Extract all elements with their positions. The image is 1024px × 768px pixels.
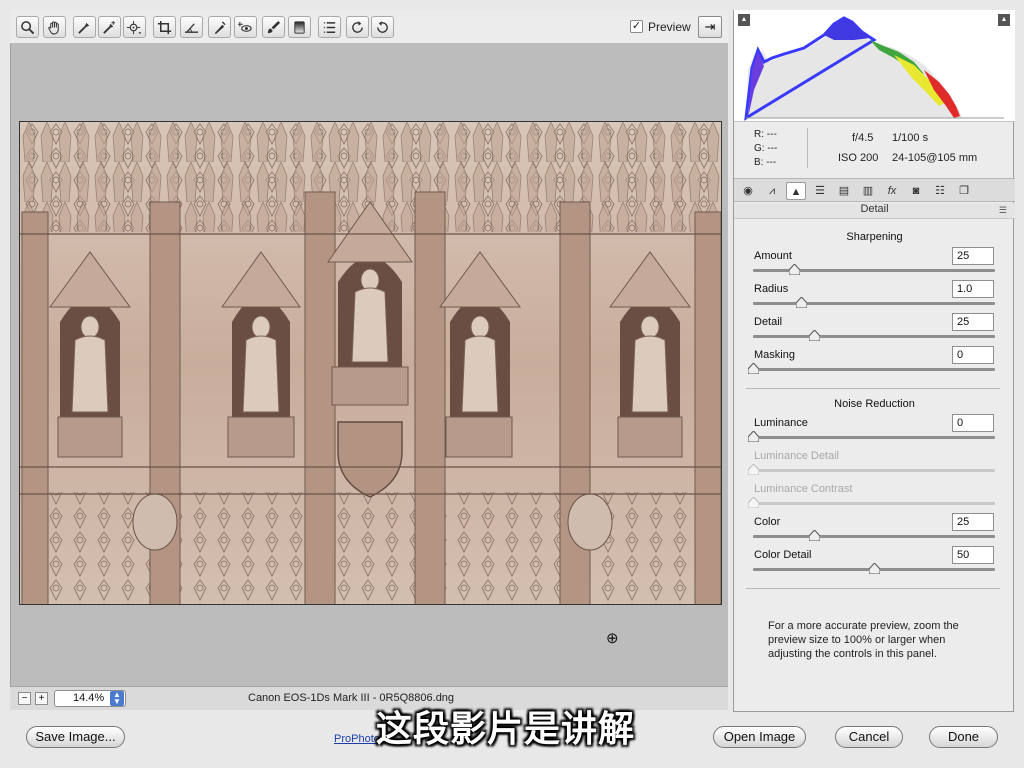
video-subtitle: 这段影片是讲解 (376, 709, 636, 750)
crop-tool-icon[interactable] (153, 16, 176, 38)
panel-tabs: ◉ ⩘ ▲ ☰ ▤ ▥ fx ◙ ☷ ❐ (734, 178, 1015, 202)
color-detail-label: Color Detail (754, 549, 812, 561)
targeted-adjustment-tool-icon[interactable] (123, 16, 146, 38)
luminance-slider-thumb[interactable] (747, 430, 760, 443)
preview-area: ⊕ (10, 44, 728, 686)
shutter-value: 1/100 s (892, 132, 929, 144)
color-input[interactable]: 25 (952, 513, 994, 531)
detail-slider[interactable] (753, 329, 995, 342)
zoom-in-button[interactable]: + (35, 692, 48, 705)
luminance-input[interactable]: 0 (952, 414, 994, 432)
tone-curve-tab-icon[interactable]: ⩘ (762, 182, 782, 200)
color-detail-input[interactable]: 50 (952, 546, 994, 564)
full-screen-button[interactable]: ⇥ (698, 16, 722, 38)
adjustment-panel: ▲ ▲ R: --- G: --- B: --- f/4.5 1/100 s I… (733, 10, 1015, 712)
luminance-contrast-label: Luminance Contrast (754, 483, 853, 495)
spot-removal-tool-icon[interactable] (208, 16, 231, 38)
amount-slider[interactable] (753, 263, 995, 276)
zoom-in-cursor-icon: ⊕ (606, 630, 619, 647)
masking-slider-thumb[interactable] (747, 362, 760, 375)
radius-input[interactable]: 1.0 (952, 280, 994, 298)
open-image-button[interactable]: Open Image (713, 726, 806, 748)
luminance-contrast-slider (747, 496, 995, 509)
blue-readout: B: --- (754, 157, 777, 168)
amount-input[interactable]: 25 (952, 247, 994, 265)
luminance-detail-slider (747, 463, 995, 476)
luminance-label: Luminance (754, 417, 808, 429)
color-slider[interactable] (753, 529, 995, 542)
rotate-left-icon[interactable] (346, 16, 369, 38)
preferences-icon[interactable] (318, 16, 341, 38)
split-toning-tab-icon[interactable]: ▤ (834, 182, 854, 200)
section-divider (746, 388, 1000, 389)
save-image-button[interactable]: Save Image... (26, 726, 125, 748)
histogram: ▲ ▲ (734, 10, 1015, 122)
rotate-right-icon[interactable] (371, 16, 394, 38)
snapshots-tab-icon[interactable]: ❐ (954, 182, 974, 200)
toolbar: ✓ Preview ⇥ (10, 10, 728, 44)
lens-value: 24-105@105 mm (892, 152, 978, 164)
camera-calibration-tab-icon[interactable]: ◙ (906, 182, 926, 200)
zoom-level-value: 14.4% (73, 692, 105, 704)
detail-tab-icon[interactable]: ▲ (786, 182, 806, 200)
radius-label: Radius (754, 283, 789, 295)
white-balance-tool-icon[interactable] (73, 16, 96, 38)
panel-title: Detail (734, 203, 1015, 219)
lens-corrections-tab-icon[interactable]: ▥ (858, 182, 878, 200)
color-detail-slider[interactable] (753, 562, 995, 575)
zoom-level-stepper-icon[interactable]: ▲ ▼ (110, 691, 124, 706)
masking-slider[interactable] (747, 362, 995, 375)
detail-label: Detail (754, 316, 783, 328)
cathedral-facade-photo (20, 122, 721, 604)
full-screen-icon: ⇥ (704, 19, 716, 34)
zoom-tool-icon[interactable] (16, 16, 39, 38)
image-preview[interactable] (19, 121, 722, 605)
amount-label: Amount (754, 250, 792, 262)
detail-slider-thumb[interactable] (808, 329, 820, 342)
section-divider (746, 588, 1000, 589)
sharpening-heading: Sharpening (846, 231, 903, 243)
straighten-tool-icon[interactable] (180, 16, 203, 38)
luminance-contrast-slider-thumb (747, 496, 760, 509)
amount-slider-thumb[interactable] (788, 263, 801, 276)
iso-value: ISO 200 (838, 152, 879, 164)
help-text: For a more accurate preview, zoom the pr… (768, 620, 959, 660)
noise-reduction-heading: Noise Reduction (834, 398, 915, 410)
radius-slider-thumb[interactable] (795, 296, 808, 309)
done-button[interactable]: Done (929, 726, 998, 748)
histogram-graph (744, 16, 1004, 121)
luminance-slider[interactable] (747, 430, 995, 443)
masking-label: Masking (754, 349, 795, 361)
basic-tab-icon[interactable]: ◉ (738, 182, 758, 200)
color-label: Color (754, 516, 781, 528)
readout-divider (807, 128, 808, 168)
preview-checkbox[interactable]: ✓ (630, 20, 643, 33)
green-readout: G: --- (754, 143, 778, 154)
cancel-button[interactable]: Cancel (835, 726, 903, 748)
luminance-detail-label: Luminance Detail (754, 450, 839, 462)
aperture-value: f/4.5 (852, 132, 874, 144)
masking-input[interactable]: 0 (952, 346, 994, 364)
red-readout: R: --- (754, 129, 777, 140)
preview-label: Preview (648, 20, 691, 34)
shadow-clipping-warning-button[interactable]: ▲ (738, 14, 750, 26)
color-sampler-tool-icon[interactable] (98, 16, 121, 38)
highlight-clipping-warning-button[interactable]: ▲ (998, 14, 1010, 26)
red-eye-removal-tool-icon[interactable] (234, 16, 257, 38)
presets-tab-icon[interactable]: ☷ (930, 182, 950, 200)
graduated-filter-icon[interactable] (288, 16, 311, 38)
adjustment-brush-icon[interactable] (262, 16, 285, 38)
detail-input[interactable]: 25 (952, 313, 994, 331)
radius-slider[interactable] (753, 296, 995, 309)
rgb-readout: R: --- G: --- B: --- (754, 128, 777, 170)
panel-menu-icon[interactable]: ☰ (999, 205, 1007, 216)
hand-tool-icon[interactable] (43, 16, 66, 38)
zoom-out-button[interactable]: − (18, 692, 31, 705)
workflow-options-link[interactable]: ProPhoto (334, 733, 380, 745)
luminance-detail-slider-thumb (747, 463, 760, 476)
hsl-tab-icon[interactable]: ☰ (810, 182, 830, 200)
color-detail-slider-thumb[interactable] (868, 562, 881, 575)
color-slider-thumb[interactable] (808, 529, 820, 542)
effects-tab-icon[interactable]: fx (882, 182, 902, 200)
